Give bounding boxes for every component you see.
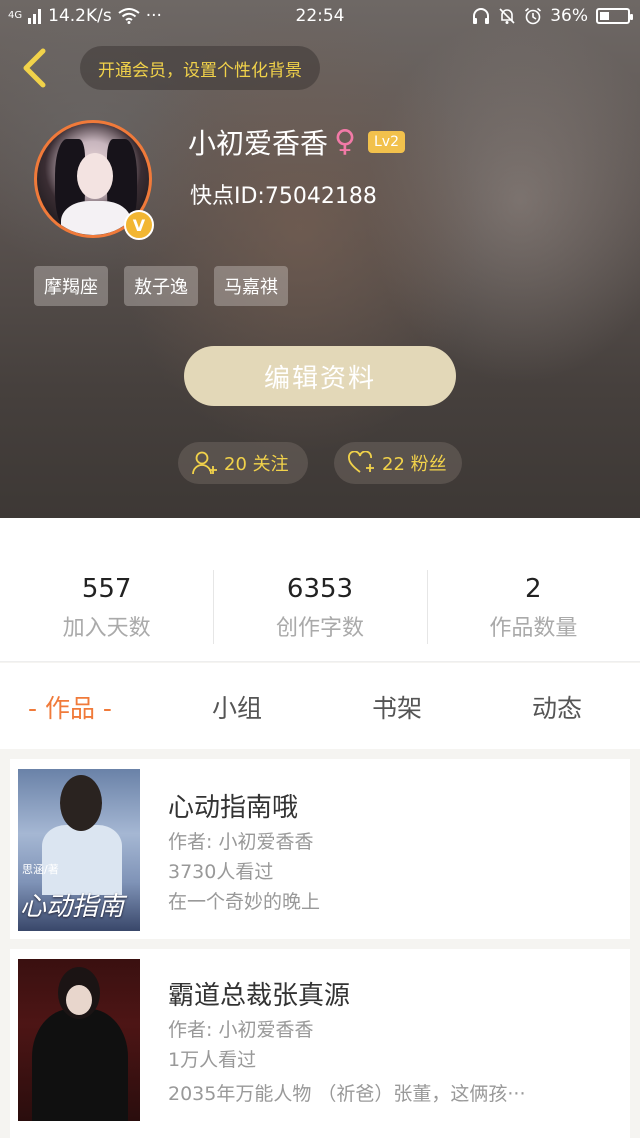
battery-fill: [600, 12, 609, 20]
stat-words: 6353 创作字数: [213, 518, 426, 661]
stat-value: 6353: [286, 574, 354, 604]
following-button[interactable]: 20 关注: [178, 442, 308, 484]
chevron-left-icon: [23, 48, 46, 88]
level-badge: Lv2: [368, 131, 405, 153]
tag-list: 摩羯座 敖子逸 马嘉祺: [34, 266, 288, 306]
fans-button[interactable]: 22 粉丝: [334, 442, 462, 484]
battery-percent: 36%: [550, 6, 588, 26]
stats-bar: 557 加入天数 6353 创作字数 2 作品数量: [0, 518, 640, 662]
following-count: 20 关注: [224, 454, 289, 475]
stat-works: 2 作品数量: [426, 518, 640, 661]
tab-activity[interactable]: 动态: [532, 689, 582, 725]
work-title: 心动指南哦: [168, 793, 299, 823]
work-item[interactable]: 霸道总裁张真源 作者: 小初爱香香 1万人看过 2035年万能人物 （祈爸）张董…: [10, 949, 630, 1138]
headphones-icon: [473, 8, 490, 24]
back-button[interactable]: [14, 48, 54, 88]
tab-groups[interactable]: 小组: [212, 689, 262, 725]
work-title: 霸道总裁张真源: [168, 981, 351, 1011]
user-id: 快点ID:75042188: [190, 184, 377, 209]
stat-value: 2: [525, 574, 542, 604]
cover-title: 心动指南: [20, 892, 125, 922]
mute-bell-icon: [499, 8, 515, 24]
fans-count: 22 粉丝: [382, 454, 447, 475]
tag-item[interactable]: 马嘉祺: [214, 266, 288, 306]
add-user-icon: [192, 451, 217, 475]
book-cover: [18, 959, 140, 1121]
verified-badge-icon: V: [124, 210, 154, 240]
username-row: 小初爱香香 ♀ Lv2: [188, 122, 405, 162]
tab-bar: - 作品 - 小组 书架 动态: [0, 663, 640, 749]
alarm-icon: [525, 7, 542, 25]
username: 小初爱香香: [188, 127, 329, 160]
work-views: 3730人看过: [168, 861, 274, 883]
works-list: 思涵/著 心动指南 心动指南哦 作者: 小初爱香香 3730人看过 在一个奇妙的…: [0, 749, 640, 1138]
status-right: 36%: [472, 6, 633, 26]
female-icon: ♀: [334, 124, 356, 159]
work-summary: 2035年万能人物 （祈爸）张董，这俩孩···: [168, 1083, 526, 1105]
cover-author: 思涵/著: [22, 863, 59, 876]
work-summary: 在一个奇妙的晚上: [168, 891, 321, 913]
tab-works[interactable]: - 作品 -: [28, 689, 112, 725]
tag-item[interactable]: 摩羯座: [34, 266, 108, 306]
stat-days: 557 加入天数: [0, 518, 213, 661]
heart-plus-icon: [348, 451, 374, 473]
status-bar: 4G 14.2K/s ··· 22:54 36%: [0, 0, 640, 34]
stat-label: 加入天数: [62, 616, 151, 641]
book-cover: 思涵/著 心动指南: [18, 769, 140, 931]
work-author: 作者: 小初爱香香: [168, 1019, 314, 1041]
tag-item[interactable]: 敖子逸: [124, 266, 198, 306]
vip-background-button[interactable]: 开通会员，设置个性化背景: [80, 46, 320, 90]
tab-bookshelf[interactable]: 书架: [372, 689, 422, 725]
work-item[interactable]: 思涵/著 心动指南 心动指南哦 作者: 小初爱香香 3730人看过 在一个奇妙的…: [10, 759, 630, 939]
work-views: 1万人看过: [168, 1049, 257, 1071]
stat-value: 557: [81, 574, 132, 604]
battery-icon: [596, 8, 633, 24]
avatar[interactable]: V: [34, 120, 156, 242]
profile-header: 4G 14.2K/s ··· 22:54 36% 开通会员，设置个性化背景 V …: [0, 0, 640, 518]
work-author: 作者: 小初爱香香: [168, 831, 314, 853]
edit-profile-button[interactable]: 编辑资料: [184, 346, 456, 406]
stat-label: 作品数量: [489, 616, 578, 641]
stat-label: 创作字数: [275, 616, 364, 641]
